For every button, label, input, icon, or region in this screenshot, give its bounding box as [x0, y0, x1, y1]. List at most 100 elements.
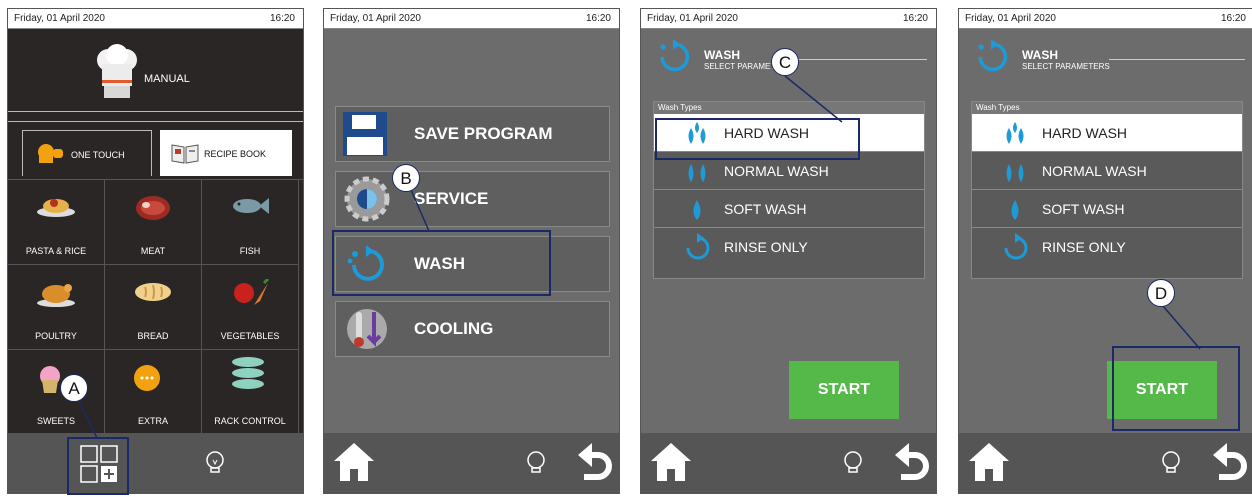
list-header: Wash Types — [654, 102, 924, 114]
callout-b: B — [392, 164, 420, 192]
highlight-hard-wash — [655, 118, 860, 160]
screen-manual: Friday, 01 April 2020 16:20 MANUAL ONE T… — [7, 8, 304, 494]
home-icon[interactable] — [967, 441, 1011, 483]
back-arrow-icon[interactable] — [1211, 441, 1247, 483]
highlight-wash-menu — [332, 230, 551, 296]
wash-type-label: RINSE ONLY — [724, 239, 808, 255]
divider — [8, 121, 303, 122]
status-bar: Friday, 01 April 2020 16:20 — [8, 9, 303, 29]
tab-one-touch[interactable]: ONE TOUCH — [22, 130, 152, 176]
manual-button[interactable]: MANUAL — [8, 30, 303, 116]
category-label: BREAD — [137, 331, 169, 341]
drops-icon — [688, 164, 706, 182]
start-button[interactable]: START — [789, 361, 899, 419]
wash-types-list: Wash Types HARD WASH NORMAL WASH SOFT WA… — [971, 101, 1243, 279]
wash-type-label: RINSE ONLY — [1042, 239, 1126, 255]
vegetables-icon — [234, 279, 270, 305]
wash-type-soft[interactable]: SOFT WASH — [654, 190, 924, 228]
status-bar: Friday, 01 April 2020 16:20 — [641, 9, 936, 29]
page-title: WASH — [704, 48, 740, 62]
bottom-bar — [641, 433, 936, 493]
bottom-bar — [959, 433, 1252, 493]
category-label: EXTRA — [137, 416, 168, 426]
status-date: Friday, 01 April 2020 — [330, 13, 421, 24]
menu-label: SAVE PROGRAM — [414, 124, 553, 143]
home-icon[interactable] — [332, 441, 376, 483]
poultry-icon — [37, 284, 75, 307]
category-meat[interactable]: MEAT — [105, 180, 202, 265]
back-arrow-icon[interactable] — [893, 441, 929, 483]
category-pasta-rice[interactable]: PASTA & RICE — [8, 180, 105, 265]
category-rack-control[interactable]: RACK CONTROL — [202, 350, 299, 435]
manual-label: MANUAL — [144, 73, 190, 85]
category-label: SWEETS — [36, 416, 75, 426]
cooling-icon — [347, 309, 387, 349]
divider — [8, 111, 303, 112]
category-fish[interactable]: FISH — [202, 180, 299, 265]
status-date: Friday, 01 April 2020 — [647, 13, 738, 24]
divider — [1109, 59, 1245, 60]
wash-type-normal[interactable]: NORMAL WASH — [972, 152, 1242, 190]
lightbulb-icon[interactable] — [203, 450, 227, 478]
rack-icon — [232, 357, 264, 389]
category-label: RACK CONTROL — [214, 416, 286, 426]
highlight-start-button — [1112, 346, 1240, 431]
wash-type-label: SOFT WASH — [724, 201, 807, 217]
menu-cooling[interactable]: COOLING — [335, 301, 610, 357]
pasta-icon — [37, 199, 75, 217]
floppy-disk-icon — [343, 112, 387, 156]
category-bread[interactable]: BREAD — [105, 265, 202, 350]
divider — [791, 59, 927, 60]
wash-type-label: SOFT WASH — [1042, 201, 1125, 217]
category-poultry[interactable]: POULTRY — [8, 265, 105, 350]
tab-recipe-book[interactable]: RECIPE BOOK — [160, 130, 292, 176]
category-label: FISH — [239, 246, 261, 256]
list-header: Wash Types — [972, 102, 1242, 114]
category-vegetables[interactable]: VEGETABLES — [202, 265, 299, 350]
wash-icon — [660, 39, 690, 72]
status-time: 16:20 — [269, 13, 295, 24]
lightbulb-icon[interactable] — [841, 450, 865, 478]
category-extra[interactable]: EXTRA — [105, 350, 202, 435]
menu-label: COOLING — [414, 319, 494, 338]
category-sweets[interactable]: SWEETS — [8, 350, 105, 435]
page-title: WASH — [1022, 48, 1058, 62]
menu-save-program[interactable]: SAVE PROGRAM — [335, 106, 610, 162]
category-label: MEAT — [140, 246, 166, 256]
status-time: 16:20 — [1220, 13, 1246, 24]
page-subtitle: SELECT PARAMETERS — [1022, 62, 1110, 71]
rinse-icon — [686, 233, 710, 260]
highlight-programs-button — [67, 437, 129, 495]
callout-c: C — [771, 48, 799, 76]
rinse-icon — [1004, 233, 1028, 260]
tab-recipe-book-label: RECIPE BOOK — [204, 149, 267, 159]
wash-type-rinse[interactable]: RINSE ONLY — [972, 228, 1242, 266]
bottom-bar — [324, 433, 619, 493]
back-arrow-icon[interactable] — [576, 441, 612, 483]
tab-one-touch-label: ONE TOUCH — [71, 150, 125, 160]
drops-icon — [1006, 122, 1024, 144]
category-label: POULTRY — [35, 331, 77, 341]
status-date: Friday, 01 April 2020 — [14, 13, 105, 24]
chef-hat-icon — [97, 44, 137, 98]
meat-icon — [136, 196, 170, 220]
status-time: 16:20 — [585, 13, 611, 24]
lightbulb-icon[interactable] — [524, 450, 548, 478]
drop-icon — [693, 200, 701, 220]
callout-d: D — [1147, 279, 1175, 307]
lightbulb-icon[interactable] — [1159, 450, 1183, 478]
home-icon[interactable] — [649, 441, 693, 483]
wash-type-label: NORMAL WASH — [1042, 163, 1147, 179]
wash-type-rinse[interactable]: RINSE ONLY — [654, 228, 924, 266]
wash-type-label: NORMAL WASH — [724, 163, 829, 179]
fish-icon — [233, 198, 269, 214]
drop-icon — [1011, 200, 1019, 220]
menu-service[interactable]: SERVICE — [335, 171, 610, 227]
status-date: Friday, 01 April 2020 — [965, 13, 1056, 24]
drops-icon — [1006, 164, 1024, 182]
wash-icon — [978, 39, 1008, 72]
screen-wash-select: Friday, 01 April 2020 16:20 WASH SELECT … — [640, 8, 937, 494]
more-icon — [134, 365, 160, 391]
wash-type-soft[interactable]: SOFT WASH — [972, 190, 1242, 228]
wash-type-hard[interactable]: HARD WASH — [972, 114, 1242, 152]
